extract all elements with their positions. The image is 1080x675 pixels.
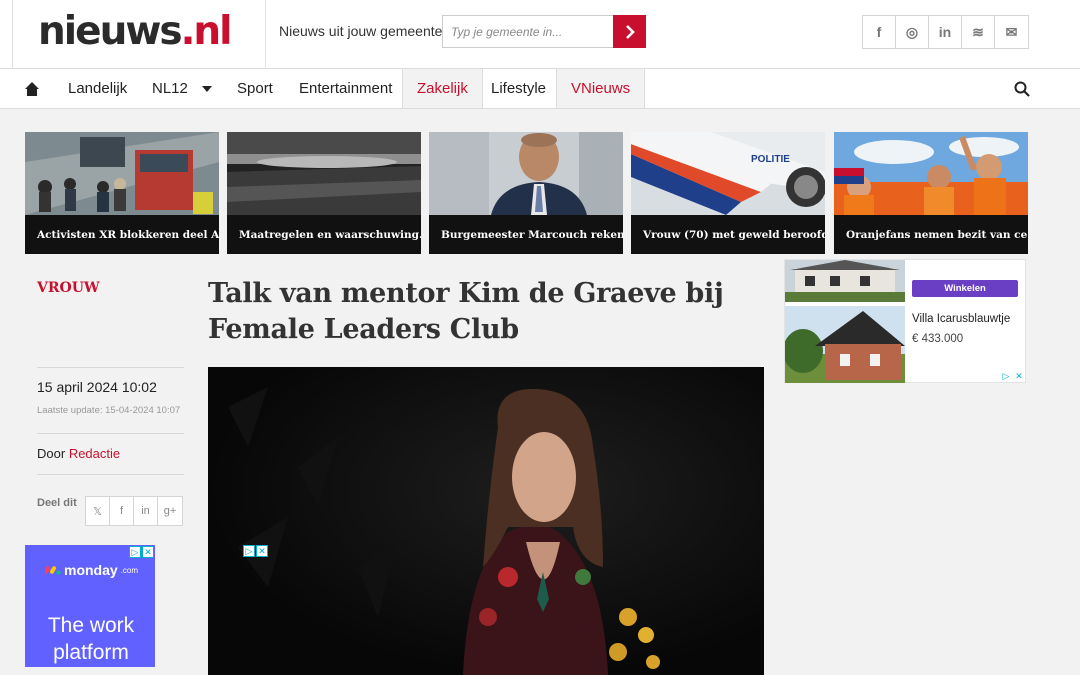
teaser-image-mayor — [429, 132, 623, 215]
teaser-card[interactable]: Activisten XR blokkeren deel A12 — [25, 132, 219, 254]
article-hero-image: ▷ ✕ — [208, 367, 764, 675]
x-icon[interactable]: 𝕏 — [86, 497, 110, 525]
teaser-card[interactable]: Oranjefans nemen bezit van ce... — [834, 132, 1028, 254]
monday-mark-icon — [45, 566, 61, 575]
nav-item-entertainment[interactable]: Entertainment — [299, 69, 392, 108]
real-estate-ad[interactable]: Winkelen Villa Icarusblauwtje € 433.000 … — [784, 259, 1026, 383]
teaser-image-orange-fans — [834, 132, 1028, 215]
close-icon[interactable]: ✕ — [256, 545, 268, 557]
adchoices-icon[interactable]: ▷ — [1000, 370, 1012, 382]
teaser-caption: Burgemeester Marcouch reken... — [429, 215, 623, 254]
site-header: nieuws.nl Nieuws uit jouw gemeente: f ◎ … — [0, 0, 1080, 69]
hero-photo — [208, 367, 764, 675]
share-buttons: 𝕏 f in g+ — [85, 496, 183, 526]
google-plus-icon[interactable]: g+ — [158, 497, 182, 525]
house-icon — [25, 81, 39, 96]
adchoices-icon[interactable]: ▷ — [129, 546, 141, 558]
share-label: Deel dit — [37, 497, 77, 509]
publish-date: 15 april 2024 10:02 — [37, 379, 157, 395]
logo-container[interactable]: nieuws.nl — [12, 0, 266, 69]
section-label[interactable]: VROUW — [37, 280, 100, 296]
teaser-card[interactable]: POLITIE Vrouw (70) met geweld beroofd... — [631, 132, 825, 254]
monday-ad-text: The work platform — [47, 614, 135, 664]
adchoices: ▷ ✕ — [129, 546, 154, 558]
monday-ad[interactable]: monday .com The work platform — [25, 545, 155, 667]
nav-item-zakelijk[interactable]: Zakelijk — [402, 69, 483, 108]
home-icon[interactable] — [24, 69, 40, 108]
teaser-card[interactable]: Maatregelen en waarschuwing... — [227, 132, 421, 254]
magnifier-icon — [1014, 81, 1030, 97]
divider — [37, 474, 184, 475]
monday-logo-suffix: .com — [120, 565, 139, 575]
ad-property-name: Villa Icarusblauwtje — [912, 313, 1011, 325]
winkelen-button[interactable]: Winkelen — [912, 280, 1018, 297]
social-links: f ◎ in ≋ ✉ — [862, 15, 1029, 49]
adchoices: ▷ ✕ — [243, 545, 268, 557]
site-logo[interactable]: nieuws.nl — [38, 8, 233, 56]
logo-dot: . — [180, 9, 196, 54]
byline-prefix: Door — [37, 446, 66, 461]
teaser-caption: Activisten XR blokkeren deel A12 — [25, 215, 219, 254]
last-updated: Laatste update: 15-04-2024 10:07 — [37, 405, 181, 416]
mail-icon[interactable]: ✉ — [995, 16, 1028, 48]
nav-item-nl12-label: NL12 — [152, 80, 188, 97]
teaser-image-beach — [227, 132, 421, 215]
teaser-caption: Maatregelen en waarschuwing... — [227, 215, 421, 254]
ad-property-price: € 433.000 — [912, 333, 964, 345]
instagram-icon[interactable]: ◎ — [896, 16, 929, 48]
teaser-caption: Vrouw (70) met geweld beroofd... — [631, 215, 825, 254]
byline: Door Redactie — [37, 446, 120, 461]
facebook-icon[interactable]: f — [863, 16, 896, 48]
nav-item-vnieuws[interactable]: VNieuws — [556, 69, 646, 108]
rss-icon[interactable]: ≋ — [962, 16, 995, 48]
main-nav: Landelijk NL12 Sport Entertainment Zakel… — [0, 69, 1080, 109]
teaser-caption: Oranjefans nemen bezit van ce... — [834, 215, 1028, 254]
facebook-icon[interactable]: f — [110, 497, 134, 525]
teaser-police-text: POLITIE — [751, 154, 790, 165]
nav-item-sport[interactable]: Sport — [237, 69, 273, 108]
logo-text: nieuws — [38, 9, 183, 54]
gemeente-search-input[interactable] — [442, 15, 614, 48]
teaser-image-police-car: POLITIE — [631, 132, 825, 215]
divider — [37, 433, 184, 434]
chevron-right-icon — [625, 24, 635, 39]
author-link[interactable]: Redactie — [69, 446, 120, 461]
linkedin-icon[interactable]: in — [134, 497, 158, 525]
teaser-card[interactable]: Burgemeester Marcouch reken... — [429, 132, 623, 254]
search-icon[interactable] — [1014, 69, 1030, 108]
ad-house-image-villa — [785, 306, 905, 383]
article-title: Talk van mentor Kim de Graeve bij Female… — [208, 278, 724, 345]
adchoices-icon[interactable]: ▷ — [243, 545, 255, 557]
divider — [37, 367, 184, 368]
gemeente-label: Nieuws uit jouw gemeente: — [279, 23, 447, 39]
linkedin-icon[interactable]: in — [929, 16, 962, 48]
nav-item-landelijk[interactable]: Landelijk — [68, 69, 127, 108]
teaser-image-protest — [25, 132, 219, 215]
gemeente-submit-button[interactable] — [613, 15, 646, 48]
monday-logo: monday .com — [45, 562, 138, 578]
ad-house-image-top — [785, 260, 905, 302]
monday-logo-text: monday — [64, 562, 118, 578]
nav-item-nl12[interactable]: NL12 — [152, 69, 212, 108]
close-icon[interactable]: ✕ — [1013, 370, 1025, 382]
close-icon[interactable]: ✕ — [142, 546, 154, 558]
logo-tld: nl — [193, 9, 232, 54]
caret-down-icon — [201, 85, 212, 92]
nav-item-lifestyle[interactable]: Lifestyle — [491, 69, 546, 108]
adchoices: ▷ ✕ — [1000, 370, 1025, 382]
